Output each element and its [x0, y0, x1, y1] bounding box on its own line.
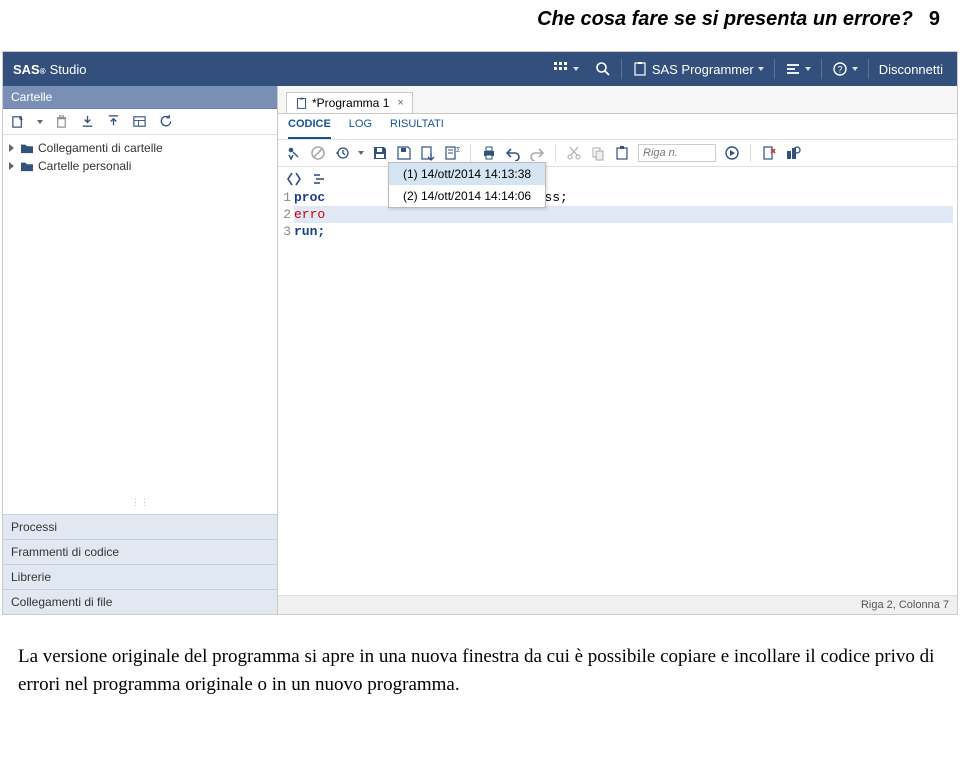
cut-icon[interactable] [566, 145, 582, 161]
sidebar-section-folders[interactable]: Cartelle [3, 86, 277, 109]
brand: SAS® Studio [9, 62, 87, 77]
programmer-label: SAS Programmer [652, 62, 754, 77]
history-item-2[interactable]: (2) 14/ott/2014 14:14:06 [389, 185, 545, 207]
disconnect-label: Disconnetti [879, 62, 943, 77]
expand-icon [9, 144, 14, 152]
summary-icon[interactable]: Σ [444, 145, 460, 161]
sidebar-section-snippets[interactable]: Frammenti di codice [3, 539, 277, 564]
editor-toolbar-2 [278, 167, 957, 189]
sidebar-section-filelinks[interactable]: Collegamenti di file [3, 589, 277, 614]
editor-subtabs: CODICE LOG RISULTATI [278, 114, 957, 140]
stop-icon[interactable] [310, 145, 326, 161]
program-icon [295, 97, 308, 110]
file-tab-label: *Programma 1 [312, 96, 389, 110]
programmer-menu[interactable]: SAS Programmer [624, 52, 772, 86]
document-header: Che cosa fare se si presenta un errore? … [0, 0, 960, 45]
export-icon[interactable] [420, 145, 436, 161]
brand-prefix: SAS [13, 62, 40, 77]
close-icon[interactable]: × [397, 97, 403, 109]
code-keyword: run; [294, 223, 325, 240]
goto-line-input[interactable] [638, 144, 716, 162]
disconnect-button[interactable]: Disconnetti [871, 52, 951, 86]
status-bar: Riga 2, Colonna 7 [278, 595, 957, 614]
line-number: 1 [280, 189, 294, 206]
code-editor[interactable]: 1proc.class; 2erro 3run; [278, 189, 957, 240]
view-menu[interactable] [777, 52, 819, 86]
goto-icon[interactable] [724, 145, 740, 161]
brand-sup: ® [40, 67, 46, 76]
download-icon[interactable] [80, 114, 95, 129]
sidebar: Cartelle Collegamenti di cartelle [3, 86, 278, 614]
tab-log[interactable]: LOG [349, 118, 372, 139]
file-tabs: *Programma 1 × [278, 86, 957, 114]
sidebar-section-libraries[interactable]: Librerie [3, 564, 277, 589]
tree-label: Collegamenti di cartelle [38, 141, 163, 155]
line-number: 3 [280, 223, 294, 240]
properties-icon[interactable] [132, 114, 147, 129]
main-pane: *Programma 1 × CODICE LOG RISULTATI Σ [278, 86, 957, 614]
expand-icon [9, 162, 14, 170]
redo-icon[interactable] [529, 145, 545, 161]
sidebar-section-processes[interactable]: Processi [3, 514, 277, 539]
code-error: erro [294, 207, 325, 222]
run-icon[interactable] [286, 145, 302, 161]
tab-code[interactable]: CODICE [288, 118, 331, 139]
workspace: Cartelle Collegamenti di cartelle [3, 86, 957, 614]
help-icon: ? [832, 61, 848, 77]
format-icon[interactable] [312, 171, 328, 187]
toggle-icon[interactable] [286, 171, 302, 187]
folder-icon [20, 142, 34, 154]
line-number: 2 [280, 206, 294, 223]
folder-tree: Collegamenti di cartelle Cartelle person… [3, 135, 277, 497]
file-tab-program1[interactable]: *Programma 1 × [286, 92, 413, 113]
sidebar-toolbar [3, 109, 277, 135]
new-icon[interactable] [11, 114, 26, 129]
search-icon [595, 61, 611, 77]
tab-results[interactable]: RISULTATI [390, 118, 444, 139]
find-icon[interactable] [785, 145, 801, 161]
page-title: Che cosa fare se si presenta un errore? [537, 8, 913, 31]
grid-icon [553, 61, 569, 77]
paste-icon[interactable] [614, 145, 630, 161]
page-number: 9 [929, 8, 940, 31]
saveas-icon[interactable] [396, 145, 412, 161]
copy-icon[interactable] [590, 145, 606, 161]
folder-icon [20, 160, 34, 172]
tree-item-shortcuts[interactable]: Collegamenti di cartelle [9, 139, 271, 157]
clear-icon[interactable] [761, 145, 777, 161]
editor-toolbar: Σ [278, 140, 957, 167]
grid-menu[interactable] [545, 52, 587, 86]
tree-label: Cartelle personali [38, 159, 131, 173]
document-body-text: La versione originale del programma si a… [0, 615, 960, 716]
tree-item-personal[interactable]: Cartelle personali [9, 157, 271, 175]
help-menu[interactable]: ? [824, 52, 866, 86]
clipboard-icon [632, 61, 648, 77]
sas-studio-app: SAS® Studio SAS Programmer ? Discon [2, 51, 958, 615]
search-button[interactable] [587, 52, 619, 86]
history-icon[interactable] [334, 145, 350, 161]
trash-icon[interactable] [54, 114, 69, 129]
svg-text:Σ: Σ [456, 147, 460, 154]
lines-icon [785, 61, 801, 77]
resize-handle[interactable]: ⋮⋮ [131, 497, 149, 508]
code-keyword: proc [294, 190, 325, 205]
print-icon[interactable] [481, 145, 497, 161]
upload-icon[interactable] [106, 114, 121, 129]
app-topbar: SAS® Studio SAS Programmer ? Discon [3, 52, 957, 86]
svg-text:?: ? [837, 65, 842, 75]
brand-sub: Studio [50, 62, 87, 77]
save-icon[interactable] [372, 145, 388, 161]
history-dropdown: (1) 14/ott/2014 14:13:38 (2) 14/ott/2014… [388, 162, 546, 208]
refresh-icon[interactable] [158, 114, 173, 129]
history-item-1[interactable]: (1) 14/ott/2014 14:13:38 [389, 163, 545, 185]
undo-icon[interactable] [505, 145, 521, 161]
